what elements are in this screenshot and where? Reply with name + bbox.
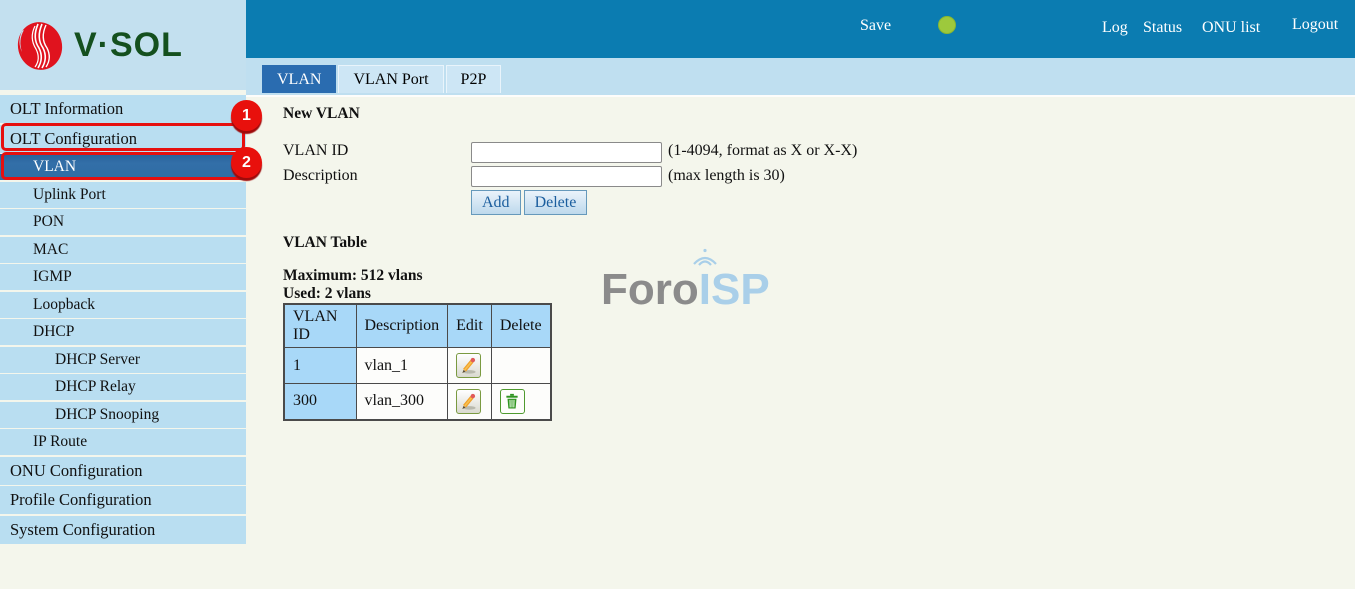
log-link[interactable]: Log — [1102, 19, 1128, 37]
sidebar-item-dhcp[interactable]: DHCP — [0, 319, 246, 345]
logout-link[interactable]: Logout — [1292, 16, 1338, 34]
watermark-foro: Foro — [601, 265, 699, 314]
sidebar-item-igmp[interactable]: IGMP — [0, 264, 246, 290]
sidebar-item-profile-configuration[interactable]: Profile Configuration — [0, 486, 246, 514]
logo-panel: V·SOL — [0, 0, 246, 90]
sidebar-item-olt-information[interactable]: OLT Information — [0, 95, 246, 123]
foroisp-watermark: Foro ISP — [601, 248, 770, 315]
onu-list-link[interactable]: ONU list — [1202, 19, 1260, 37]
form-button-row: Add Delete — [471, 190, 588, 215]
vlan-id-hint: (1-4094, format as X or X-X) — [668, 142, 858, 159]
vlan-id-cell: 300 — [283, 383, 357, 420]
sidebar-item-onu-configuration[interactable]: ONU Configuration — [0, 456, 246, 485]
sidebar-item-olt-configuration[interactable]: OLT Configuration — [0, 124, 246, 153]
sidebar-item-dhcp-server[interactable]: DHCP Server — [0, 346, 246, 373]
new-vlan-title: New VLAN — [283, 105, 360, 122]
description-cell: vlan_1 — [355, 347, 449, 384]
sidebar-item-pon[interactable]: PON — [0, 209, 246, 235]
delete-vlan-button[interactable] — [499, 388, 525, 414]
tab-strip: VLAN VLAN Port P2P — [246, 58, 1355, 97]
column-header-description: Description — [355, 303, 449, 348]
edit-cell — [447, 383, 492, 420]
vlan-id-label: VLAN ID — [283, 142, 349, 159]
status-link[interactable]: Status — [1143, 19, 1182, 37]
wifi-arcs-icon — [692, 248, 717, 266]
sidebar-menu: OLT Information OLT Configuration VLAN Upli… — [0, 95, 246, 545]
tab-p2p[interactable]: P2P — [445, 65, 502, 93]
description-cell: vlan_300 — [355, 383, 449, 420]
edit-vlan-button[interactable] — [456, 388, 482, 414]
sidebar-item-uplink-port[interactable]: Uplink Port — [0, 181, 246, 208]
delete-cell — [490, 383, 552, 420]
topbar: Save Log Status ONU list Logout — [246, 0, 1355, 58]
sidebar-item-vlan[interactable]: VLAN — [0, 154, 246, 180]
description-label: Description — [283, 167, 358, 184]
delete-button[interactable]: Delete — [523, 190, 588, 215]
pencil-icon — [462, 357, 476, 374]
sidebar-item-dhcp-relay[interactable]: DHCP Relay — [0, 374, 246, 400]
sidebar-item-ip-route[interactable]: IP Route — [0, 429, 246, 455]
description-hint: (max length is 30) — [668, 167, 785, 184]
column-header-vlan-id: VLAN ID — [283, 303, 357, 348]
add-button[interactable]: Add — [471, 190, 521, 215]
description-input[interactable] — [471, 166, 662, 187]
vlan-id-input[interactable] — [471, 142, 662, 163]
logo-wordmark: V·SOL — [74, 25, 183, 64]
watermark-i: I — [692, 248, 717, 315]
tab-vlan-port[interactable]: VLAN Port — [338, 65, 444, 93]
vlan-table-title: VLAN Table — [283, 234, 367, 251]
table-row: 300 vlan_300 — [283, 383, 552, 420]
trash-icon — [506, 394, 518, 409]
vlan-id-cell: 1 — [283, 347, 357, 384]
sidebar-item-mac[interactable]: MAC — [0, 236, 246, 263]
vlan-table: VLAN ID Description Edit Delete 1 vlan_1 — [283, 303, 552, 421]
column-header-edit: Edit — [447, 303, 492, 348]
sidebar-item-dhcp-snooping[interactable]: DHCP Snooping — [0, 401, 246, 428]
maximum-vlans-text: Maximum: 512 vlans — [283, 267, 423, 284]
column-header-delete: Delete — [490, 303, 552, 348]
sidebar-item-loopback[interactable]: Loopback — [0, 291, 246, 318]
main-content: New VLAN VLAN ID (1-4094, format as X or… — [246, 97, 1355, 589]
edit-vlan-button[interactable] — [456, 353, 482, 378]
sidebar-item-system-configuration[interactable]: System Configuration — [0, 515, 246, 544]
status-dot-icon — [938, 16, 956, 34]
table-header-row: VLAN ID Description Edit Delete — [283, 303, 552, 348]
pencil-icon — [462, 393, 476, 410]
delete-cell — [490, 347, 552, 384]
table-row: 1 vlan_1 — [283, 347, 552, 384]
edit-cell — [447, 347, 492, 384]
used-vlans-text: Used: 2 vlans — [283, 285, 371, 302]
vsol-logo-icon — [17, 22, 63, 70]
save-button[interactable]: Save — [860, 17, 891, 35]
watermark-sp: SP — [711, 265, 770, 314]
tab-vlan[interactable]: VLAN — [262, 65, 337, 93]
